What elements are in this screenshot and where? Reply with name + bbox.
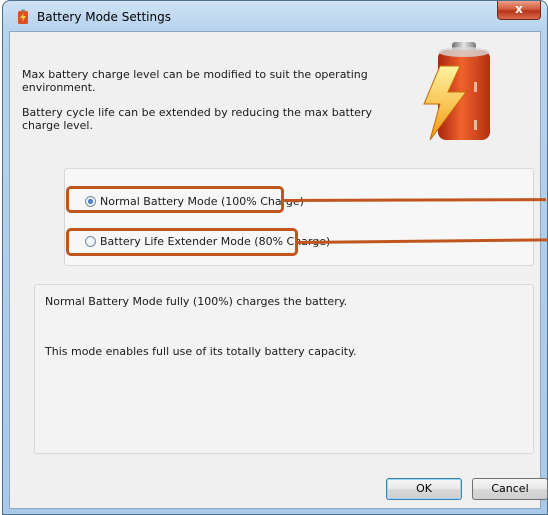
extender-mode-highlight: [66, 228, 298, 256]
description-line-1: Normal Battery Mode fully (100%) charges…: [45, 295, 348, 308]
close-button[interactable]: x: [497, 1, 541, 20]
title-bar[interactable]: Battery Mode Settings x: [3, 1, 547, 31]
battery-lightning-icon: [423, 42, 490, 141]
intro-paragraph-2: Battery cycle life can be extended by re…: [22, 106, 372, 132]
ok-button[interactable]: OK: [386, 478, 462, 500]
cancel-button[interactable]: Cancel: [472, 478, 548, 500]
window-title: Battery Mode Settings: [37, 10, 171, 24]
dialog-window: Battery Mode Settings x Max battery char…: [2, 0, 548, 515]
description-line-2: This mode enables full use of its totall…: [45, 345, 357, 358]
close-icon: x: [515, 2, 523, 16]
intro-paragraph-1: Max battery charge level can be modified…: [22, 68, 368, 94]
intro-text: Max battery charge level can be modified…: [22, 68, 382, 144]
mode-description-box: Normal Battery Mode fully (100%) charges…: [34, 284, 534, 454]
normal-mode-highlight: [66, 186, 284, 213]
battery-app-icon: [18, 9, 28, 24]
dialog-content: Max battery charge level can be modified…: [9, 31, 548, 509]
